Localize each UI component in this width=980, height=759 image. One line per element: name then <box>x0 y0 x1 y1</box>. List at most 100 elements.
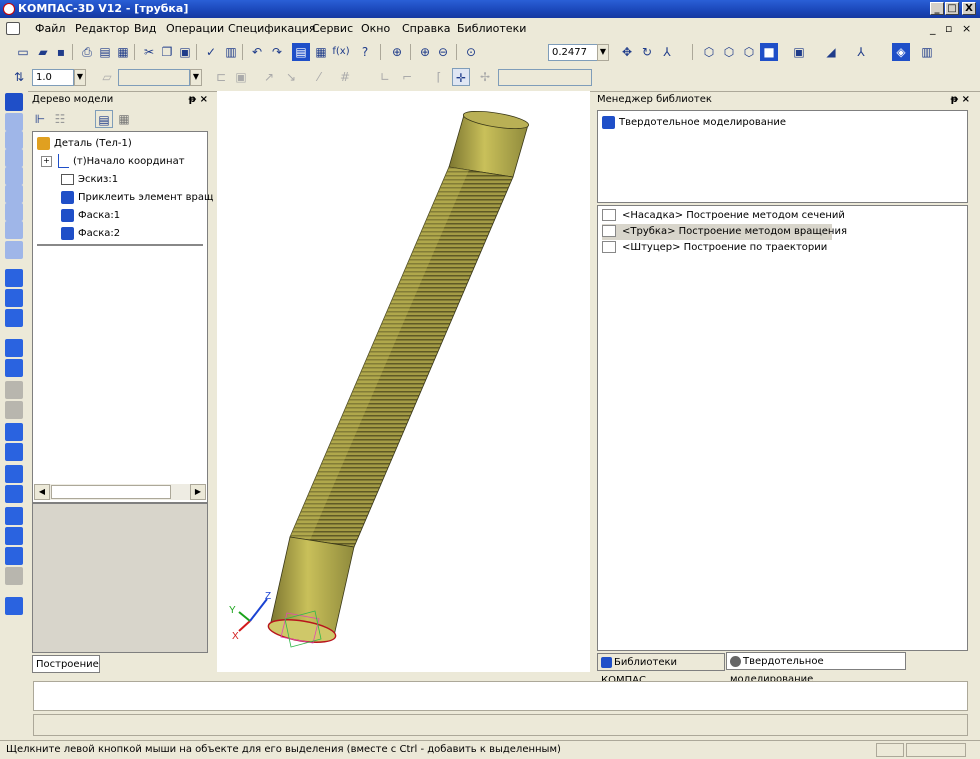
print-icon[interactable]: ⎙ <box>78 43 96 61</box>
model-viewport[interactable]: X Y Z <box>217 91 590 672</box>
panel-switch-icon[interactable] <box>5 93 23 111</box>
redo-icon[interactable]: ↷ <box>268 43 286 61</box>
orientation-icon[interactable]: ⅄ <box>658 43 676 61</box>
save-icon[interactable]: ▪ <box>52 43 70 61</box>
close-button[interactable]: X <box>962 2 976 15</box>
dimensions-icon[interactable] <box>5 131 23 149</box>
document-window-controls[interactable]: _ ▫ × <box>930 22 974 35</box>
new-file-icon[interactable]: ▭ <box>14 43 32 61</box>
expand-icon[interactable]: + <box>41 155 52 167</box>
fillet-icon[interactable] <box>5 423 23 441</box>
shaded-icon[interactable]: ■ <box>760 43 778 61</box>
tab-construction[interactable]: Построение <box>32 655 100 673</box>
tree-structure-icon[interactable]: ⊩ <box>31 110 49 128</box>
step-icon[interactable]: ⇅ <box>10 68 28 86</box>
menu-service[interactable]: Сервис <box>312 22 353 35</box>
rib-icon[interactable] <box>5 465 23 483</box>
select-icon[interactable] <box>5 221 23 239</box>
scroll-right-icon[interactable]: ▶ <box>190 484 206 500</box>
title-bar[interactable]: КОМПАС-3D V12 - [трубка] _ □ X <box>0 0 980 18</box>
menu-specification[interactable]: Спецификация <box>228 22 315 35</box>
geometry-icon[interactable] <box>5 113 23 131</box>
report-icon[interactable]: ▥ <box>222 43 240 61</box>
zoom-out-icon[interactable]: ⊖ <box>434 43 452 61</box>
revolve-icon[interactable] <box>5 289 23 307</box>
tab-solid-modeling[interactable]: Твердотельное моделирование <box>726 652 906 685</box>
zoom-in-icon[interactable]: ⊕ <box>416 43 434 61</box>
zoom-window-icon[interactable]: ⊕ <box>388 43 406 61</box>
menu-libraries[interactable]: Библиотеки <box>457 22 526 35</box>
library-list[interactable]: Твердотельное моделирование <box>597 110 968 203</box>
help-pointer-icon[interactable]: ? <box>356 43 374 61</box>
tree-item-part[interactable]: Деталь (Тел-1) <box>37 136 132 152</box>
print-setup-icon[interactable]: ▦ <box>114 43 132 61</box>
menu-window[interactable]: Окно <box>361 22 390 35</box>
loft-icon[interactable] <box>5 339 23 357</box>
ortho-icon[interactable]: ✛ <box>452 68 470 86</box>
tree-toggle-icon[interactable]: ▤ <box>292 43 310 61</box>
edit-icon[interactable] <box>5 167 23 185</box>
parameters-icon[interactable]: ▥ <box>918 43 936 61</box>
properties-icon[interactable]: ✓ <box>202 43 220 61</box>
tree-item-sketch[interactable]: Эскиз:1 <box>61 172 118 188</box>
copy-icon[interactable]: ❐ <box>158 43 176 61</box>
library-manager-pin-close[interactable]: ᵽ × <box>951 92 970 107</box>
library-item-nasadka[interactable]: <Насадка> Построение методом сечений <box>602 208 845 224</box>
kinematic-icon[interactable] <box>5 309 23 327</box>
checkbox[interactable] <box>602 225 616 237</box>
split-icon[interactable] <box>5 547 23 565</box>
scroll-left-icon[interactable]: ◀ <box>34 484 50 500</box>
zoom-scale-field[interactable]: 0.2477 <box>548 44 598 61</box>
mirror-icon[interactable] <box>5 527 23 545</box>
pan-icon[interactable]: ✥ <box>618 43 636 61</box>
hidden-lines-icon[interactable]: ⬡ <box>720 43 738 61</box>
zoom-dropdown-icon[interactable]: ▼ <box>597 44 609 61</box>
open-file-icon[interactable]: ▰ <box>34 43 52 61</box>
library-contents[interactable]: <Насадка> Построение методом сечений <Тр… <box>597 205 968 651</box>
model-tree[interactable]: Деталь (Тел-1) + (т)Начало координат Эски… <box>32 131 213 503</box>
minimize-button[interactable]: _ <box>930 2 944 15</box>
maximize-button[interactable]: □ <box>945 2 959 15</box>
tab-kompas-libraries[interactable]: Библиотеки КОМПАС <box>597 653 725 686</box>
menu-file[interactable]: Файл <box>35 22 65 35</box>
assembly-icon[interactable] <box>5 597 23 615</box>
measure-icon[interactable] <box>5 203 23 221</box>
library-item-shtutser[interactable]: <Штуцер> Построение по траектории <box>602 240 827 256</box>
checkbox[interactable] <box>602 209 616 221</box>
shell-icon[interactable] <box>5 485 23 503</box>
tree-view2-icon[interactable]: ▦ <box>115 110 133 128</box>
extrude-icon[interactable] <box>5 269 23 287</box>
paste-icon[interactable]: ▣ <box>176 43 194 61</box>
tree-item-chamfer2[interactable]: Фаска:2 <box>61 226 120 242</box>
library-item-trubka[interactable]: <Трубка> Построение методом вращения <box>602 224 847 240</box>
menu-edit[interactable]: Редактор <box>75 22 130 35</box>
tree-view-icon[interactable]: ▤ <box>95 110 113 128</box>
chamfer-icon[interactable] <box>5 443 23 461</box>
preview-icon[interactable]: ▤ <box>96 43 114 61</box>
library-solid-modeling[interactable]: Твердотельное моделирование <box>602 115 786 131</box>
step-field[interactable]: 1.0 <box>32 69 74 86</box>
document-icon[interactable] <box>6 22 20 35</box>
thin-lines-icon[interactable]: ⬡ <box>740 43 758 61</box>
part-3d-view[interactable]: X Y Z <box>217 91 590 672</box>
cut-icon[interactable]: ✂ <box>140 43 158 61</box>
snap-icon[interactable]: ◈ <box>892 43 910 61</box>
checkbox[interactable] <box>602 241 616 253</box>
step-dropdown-icon[interactable]: ▼ <box>74 69 86 86</box>
menu-operations[interactable]: Операции <box>166 22 224 35</box>
zoom-scale-icon[interactable]: ⊙ <box>462 43 480 61</box>
tree-item-origin[interactable]: + (т)Начало координат <box>41 154 185 170</box>
model-tree-pin-close[interactable]: ᵽ × <box>189 92 208 107</box>
tree-horizontal-scrollbar[interactable]: ◀ ▶ <box>34 484 206 500</box>
shaded-edges-icon[interactable]: ▣ <box>790 43 808 61</box>
scroll-thumb[interactable] <box>51 485 171 499</box>
notation-icon[interactable] <box>5 149 23 167</box>
wireframe-icon[interactable]: ⬡ <box>700 43 718 61</box>
property-bar[interactable] <box>33 681 968 711</box>
tree-item-revolve[interactable]: Приклеить элемент вращ <box>61 190 213 206</box>
cut-extrude-icon[interactable] <box>5 359 23 377</box>
menu-help[interactable]: Справка <box>402 22 450 35</box>
perspective-icon[interactable]: ◢ <box>822 43 840 61</box>
filter-icon[interactable]: ⅄ <box>852 43 870 61</box>
spec-icon[interactable] <box>5 241 23 259</box>
